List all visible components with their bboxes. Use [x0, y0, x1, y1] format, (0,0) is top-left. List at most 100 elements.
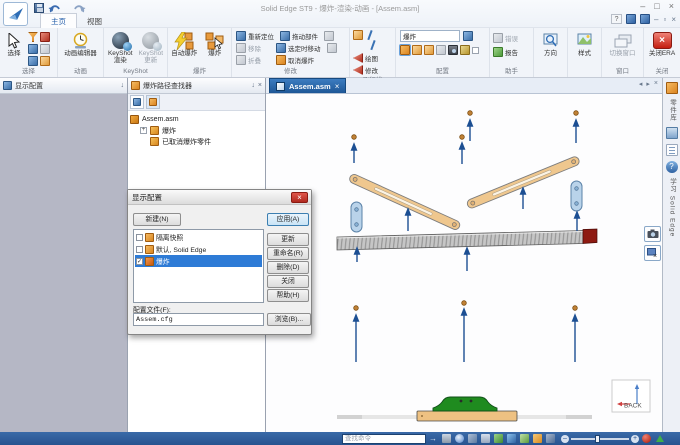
flowline-top-icon[interactable]: [353, 30, 363, 40]
window-layout-icon[interactable]: [546, 434, 555, 443]
zoom-slider-handle[interactable]: [595, 435, 600, 443]
select-filter-icon[interactable]: [28, 32, 38, 42]
report-button[interactable]: 报告: [493, 46, 531, 58]
dialog-title-bar[interactable]: 显示配置 ×: [128, 190, 311, 205]
pathfinder-pin-icon[interactable]: ↓: [251, 82, 255, 89]
flowline-draw-button[interactable]: 绘图: [353, 52, 393, 64]
flowline-modify-button[interactable]: 修改: [353, 64, 393, 76]
zoom-slider-track[interactable]: [571, 438, 629, 440]
assembly-pathfinder-tab[interactable]: [130, 95, 144, 109]
config-copy-icon[interactable]: [412, 45, 422, 55]
panel-pin-icon[interactable]: ↓: [121, 82, 125, 89]
config-checkbox[interactable]: [472, 47, 479, 54]
apply-button[interactable]: 应用(A): [267, 213, 309, 226]
expand-icon[interactable]: +: [140, 127, 147, 134]
config-key-icon[interactable]: [460, 45, 470, 55]
doc-close-button[interactable]: ×: [671, 15, 676, 24]
select-bottom-up-icon[interactable]: [28, 56, 38, 66]
orientation-button[interactable]: 方向: [536, 30, 565, 67]
tree-root-row[interactable]: Assem.asm: [130, 114, 263, 125]
zoom-in-icon[interactable]: +: [631, 435, 639, 443]
config-camera-icon[interactable]: [448, 45, 458, 55]
remove-button[interactable]: 移除: [236, 42, 270, 54]
link-plate-left[interactable]: [351, 202, 362, 232]
document-tab-close-icon[interactable]: ×: [335, 82, 340, 91]
error-button[interactable]: 错误: [493, 32, 531, 44]
pan-icon[interactable]: [481, 434, 490, 443]
select-button[interactable]: 选择: [2, 30, 26, 67]
undo-icon[interactable]: [48, 3, 61, 14]
find-command-input[interactable]: [342, 434, 426, 444]
select-box-icon[interactable]: [28, 44, 38, 54]
learn-help-icon[interactable]: ?: [666, 161, 678, 173]
tree-row-unexploded[interactable]: 已取消爆炸零件: [130, 136, 263, 147]
pathfinder-close-icon[interactable]: ×: [258, 82, 262, 89]
document-tab-rail-icon[interactable]: [666, 144, 678, 156]
tab-view[interactable]: 视图: [77, 14, 112, 28]
tab-scroll-right-icon[interactable]: ▸: [646, 80, 650, 88]
update-button[interactable]: 更新: [267, 233, 309, 246]
config-checkbox-unchecked[interactable]: [136, 246, 143, 253]
close-era-button[interactable]: × 关闭ERA: [646, 30, 678, 67]
parts-library-tab-icon[interactable]: [666, 82, 678, 94]
exploded-view[interactable]: BACK: [266, 94, 662, 432]
tab-home[interactable]: 主页: [40, 13, 77, 28]
auto-explode-button[interactable]: 自动爆炸: [170, 30, 199, 67]
config-new-icon[interactable]: [400, 45, 410, 55]
help-button[interactable]: 帮助(H): [267, 289, 309, 302]
close-view-button[interactable]: ×: [644, 245, 661, 261]
camera-snapshot-button[interactable]: [644, 226, 661, 242]
doc-minimize-button[interactable]: –: [654, 15, 658, 24]
config-list-item[interactable]: 默认, Solid Edge: [135, 243, 262, 255]
tab-list-close-icon[interactable]: ×: [654, 80, 658, 88]
display-config-panel-body[interactable]: [0, 94, 127, 432]
tree-row-explode[interactable]: + 爆炸: [130, 125, 263, 136]
move-selected-button[interactable]: 选定时移动: [276, 42, 321, 54]
keyshot-update-button[interactable]: KeyShot 更新: [137, 30, 166, 67]
browse-button[interactable]: 浏览(B)...: [267, 313, 311, 326]
select-clear-icon[interactable]: [40, 56, 50, 66]
rotate-icon[interactable]: [494, 434, 503, 443]
doc-restore-button[interactable]: ▫: [663, 15, 666, 24]
unexplode-button[interactable]: 取消爆炸: [276, 54, 314, 66]
flowline-toggle-icon[interactable]: [367, 30, 377, 52]
delete-button[interactable]: 删除(D): [267, 261, 309, 274]
spin-icon[interactable]: [507, 434, 516, 443]
dialog-close-icon[interactable]: ×: [291, 192, 308, 203]
explode-pathfinder-tab[interactable]: [146, 95, 160, 109]
close-button[interactable]: ×: [669, 1, 674, 11]
keyshot-render-button[interactable]: KeyShot 渲染: [106, 30, 135, 67]
select-lock-icon[interactable]: [40, 32, 50, 42]
window-cascade-icon[interactable]: [640, 14, 650, 24]
common-views-icon[interactable]: [520, 434, 529, 443]
config-list-item-selected[interactable]: ✓ 爆炸: [135, 255, 262, 267]
zoom-icon[interactable]: [468, 434, 477, 443]
up-level-icon[interactable]: [656, 435, 664, 442]
switch-window-button[interactable]: 切换窗口: [604, 30, 641, 67]
drag-part-button[interactable]: 拖动部件: [280, 30, 318, 42]
link-plate-right[interactable]: [571, 181, 582, 211]
modify-extra-icon-1[interactable]: [324, 31, 334, 41]
graphics-canvas[interactable]: BACK ×: [266, 94, 662, 432]
window-list-icon[interactable]: [626, 14, 636, 24]
previous-command-icon[interactable]: →: [429, 434, 437, 443]
linkage-bar-left[interactable]: [348, 173, 461, 231]
config-edit-icon[interactable]: [424, 45, 434, 55]
save-icon[interactable]: [34, 3, 44, 13]
config-checkbox-checked[interactable]: ✓: [136, 258, 143, 265]
config-combo[interactable]: 爆炸: [400, 30, 460, 42]
reposition-button[interactable]: 重新定位: [236, 30, 274, 42]
maximize-button[interactable]: □: [654, 1, 659, 11]
collapse-button[interactable]: 折叠: [236, 54, 270, 66]
select-options-icon[interactable]: [40, 44, 50, 54]
save-config-icon[interactable]: [463, 31, 473, 41]
config-stack-icon[interactable]: [436, 45, 446, 55]
document-tab[interactable]: Assem.asm ×: [269, 78, 346, 93]
rename-button[interactable]: 重命名(R): [267, 247, 309, 260]
tab-scroll-left-icon[interactable]: ◂: [639, 80, 643, 88]
config-checkbox-unchecked[interactable]: [136, 234, 143, 241]
rail-red-cap[interactable]: [583, 229, 597, 244]
animation-editor-button[interactable]: 动画编辑器: [61, 30, 101, 67]
new-config-button[interactable]: 新建(N): [133, 213, 181, 226]
zoom-slider[interactable]: – +: [561, 435, 639, 443]
